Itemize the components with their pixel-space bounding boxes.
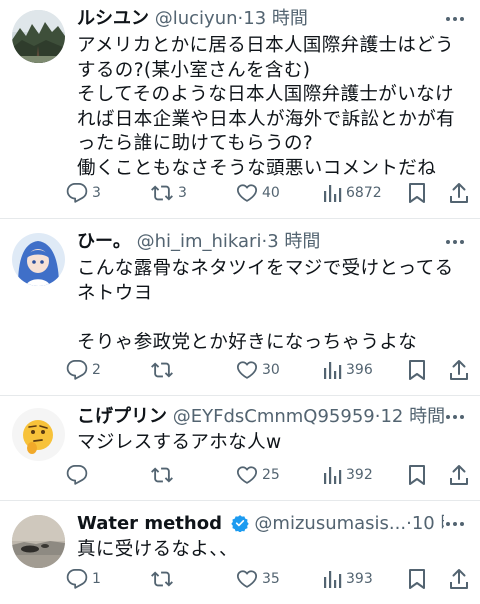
tweet-text: マジレスするアホな人w xyxy=(77,432,282,453)
action-bar: 25 392 xyxy=(66,459,472,491)
timestamp[interactable]: 3 時間 xyxy=(267,231,320,252)
tweet-item[interactable]: こげプリン @EYFdsCmnmQ95959·12 時間 マジレスするアホな人w… xyxy=(0,396,480,501)
share-icon xyxy=(450,569,468,589)
views-button[interactable]: 392 xyxy=(322,459,373,491)
reply-icon xyxy=(66,464,88,485)
timestamp[interactable]: 10 時間 xyxy=(412,513,444,534)
tweet-text: アメリカとかに居る日本人国際弁護士はどうするの?(某小室さんを含む) そしてその… xyxy=(77,35,456,179)
timestamp[interactable]: 12 時間 xyxy=(380,406,444,427)
user-handle[interactable]: @EYFdsCmnmQ95959 xyxy=(173,406,375,427)
share-icon xyxy=(450,183,468,203)
more-icon[interactable] xyxy=(444,233,466,251)
views-button[interactable]: 393 xyxy=(322,563,373,595)
reply-timeline: ルシユン @luciyun·13 時間 アメリカとかに居る日本人国際弁護士はどう… xyxy=(0,0,480,604)
views-icon xyxy=(324,185,342,202)
bookmark-icon xyxy=(409,465,425,485)
tweet-header: こげプリン @EYFdsCmnmQ95959·12 時間 xyxy=(77,405,444,429)
reply-button[interactable]: 3 xyxy=(66,177,101,209)
views-button[interactable]: 6872 xyxy=(322,177,382,209)
reply-icon xyxy=(66,568,88,589)
retweet-button[interactable] xyxy=(150,354,178,386)
timestamp[interactable]: 13 時間 xyxy=(243,8,308,29)
bookmark-icon xyxy=(409,360,425,380)
more-icon[interactable] xyxy=(444,408,466,426)
action-bar: 1 35 393 xyxy=(66,563,472,595)
retweet-icon xyxy=(151,185,173,201)
avatar[interactable] xyxy=(12,233,65,286)
reply-button[interactable]: 1 xyxy=(66,563,101,595)
tweet-text: 真に受けるなよ、、 xyxy=(77,539,238,560)
views-icon xyxy=(324,362,342,379)
views-count: 6872 xyxy=(346,185,382,201)
bookmark-button[interactable] xyxy=(407,354,427,386)
views-count: 396 xyxy=(346,362,373,378)
retweet-button[interactable] xyxy=(150,563,178,595)
avatar[interactable] xyxy=(12,408,65,461)
share-icon xyxy=(450,465,468,485)
retweet-icon xyxy=(151,467,173,483)
like-count: 35 xyxy=(262,571,280,587)
heart-icon xyxy=(236,466,258,484)
retweet-button[interactable]: 3 xyxy=(150,177,187,209)
reply-count: 1 xyxy=(92,571,101,587)
retweet-icon xyxy=(151,362,173,378)
like-count: 30 xyxy=(262,362,280,378)
bookmark-button[interactable] xyxy=(407,459,427,491)
bookmark-icon xyxy=(409,183,425,203)
share-button[interactable] xyxy=(448,177,470,209)
display-name[interactable]: こげプリン xyxy=(77,406,167,427)
display-name[interactable]: Water method xyxy=(77,513,222,534)
bookmark-icon xyxy=(409,569,425,589)
retweet-button[interactable] xyxy=(150,459,178,491)
like-count: 25 xyxy=(262,467,280,483)
action-bar: 3 3 40 6872 xyxy=(66,177,472,209)
reply-count: 3 xyxy=(92,185,101,201)
avatar[interactable] xyxy=(12,515,65,568)
display-name[interactable]: ひー。 xyxy=(77,231,131,252)
tweet-header: ひー。 @hi_im_hikari·3 時間 xyxy=(77,230,444,254)
like-count: 40 xyxy=(262,185,280,201)
views-button[interactable]: 396 xyxy=(322,354,373,386)
share-button[interactable] xyxy=(448,563,470,595)
avatar[interactable] xyxy=(12,10,65,63)
like-button[interactable]: 30 xyxy=(236,354,280,386)
views-count: 392 xyxy=(346,467,373,483)
bookmark-button[interactable] xyxy=(407,177,427,209)
bookmark-button[interactable] xyxy=(407,563,427,595)
tweet-item[interactable]: ルシユン @luciyun·13 時間 アメリカとかに居る日本人国際弁護士はどう… xyxy=(0,0,480,219)
tweet-item[interactable]: Water method @mizusumasis...·10 時間 真に受ける… xyxy=(0,501,480,604)
views-icon xyxy=(324,571,342,588)
like-button[interactable]: 40 xyxy=(236,177,280,209)
user-handle[interactable]: @hi_im_hikari xyxy=(137,231,262,252)
reply-icon xyxy=(66,359,88,380)
views-icon xyxy=(324,467,342,484)
reply-count: 2 xyxy=(92,362,101,378)
views-count: 393 xyxy=(346,571,373,587)
action-bar: 2 30 396 xyxy=(66,354,472,386)
tweet-header: Water method @mizusumasis...·10 時間 xyxy=(77,512,444,536)
user-handle[interactable]: @luciyun xyxy=(155,8,238,29)
tweet-text: こんな露骨なネタツイをマジで受けとってるネトウヨ そりゃ参政党とか好きになっちゃ… xyxy=(77,258,454,353)
verified-badge-icon xyxy=(230,515,249,532)
share-button[interactable] xyxy=(448,459,470,491)
tweet-header: ルシユン @luciyun·13 時間 xyxy=(77,7,444,31)
retweet-count: 3 xyxy=(178,185,187,201)
heart-icon xyxy=(236,570,258,588)
reply-icon xyxy=(66,182,88,203)
share-icon xyxy=(450,360,468,380)
reply-button[interactable] xyxy=(66,459,92,491)
reply-button[interactable]: 2 xyxy=(66,354,101,386)
like-button[interactable]: 25 xyxy=(236,459,280,491)
heart-icon xyxy=(236,361,258,379)
more-icon[interactable] xyxy=(444,10,466,28)
share-button[interactable] xyxy=(448,354,470,386)
display-name[interactable]: ルシユン xyxy=(77,8,149,29)
tweet-item[interactable]: ひー。 @hi_im_hikari·3 時間 こんな露骨なネタツイをマジで受けと… xyxy=(0,219,480,396)
more-icon[interactable] xyxy=(444,515,466,533)
like-button[interactable]: 35 xyxy=(236,563,280,595)
heart-icon xyxy=(236,184,258,202)
retweet-icon xyxy=(151,571,173,587)
user-handle[interactable]: @mizusumasis... xyxy=(254,513,406,534)
